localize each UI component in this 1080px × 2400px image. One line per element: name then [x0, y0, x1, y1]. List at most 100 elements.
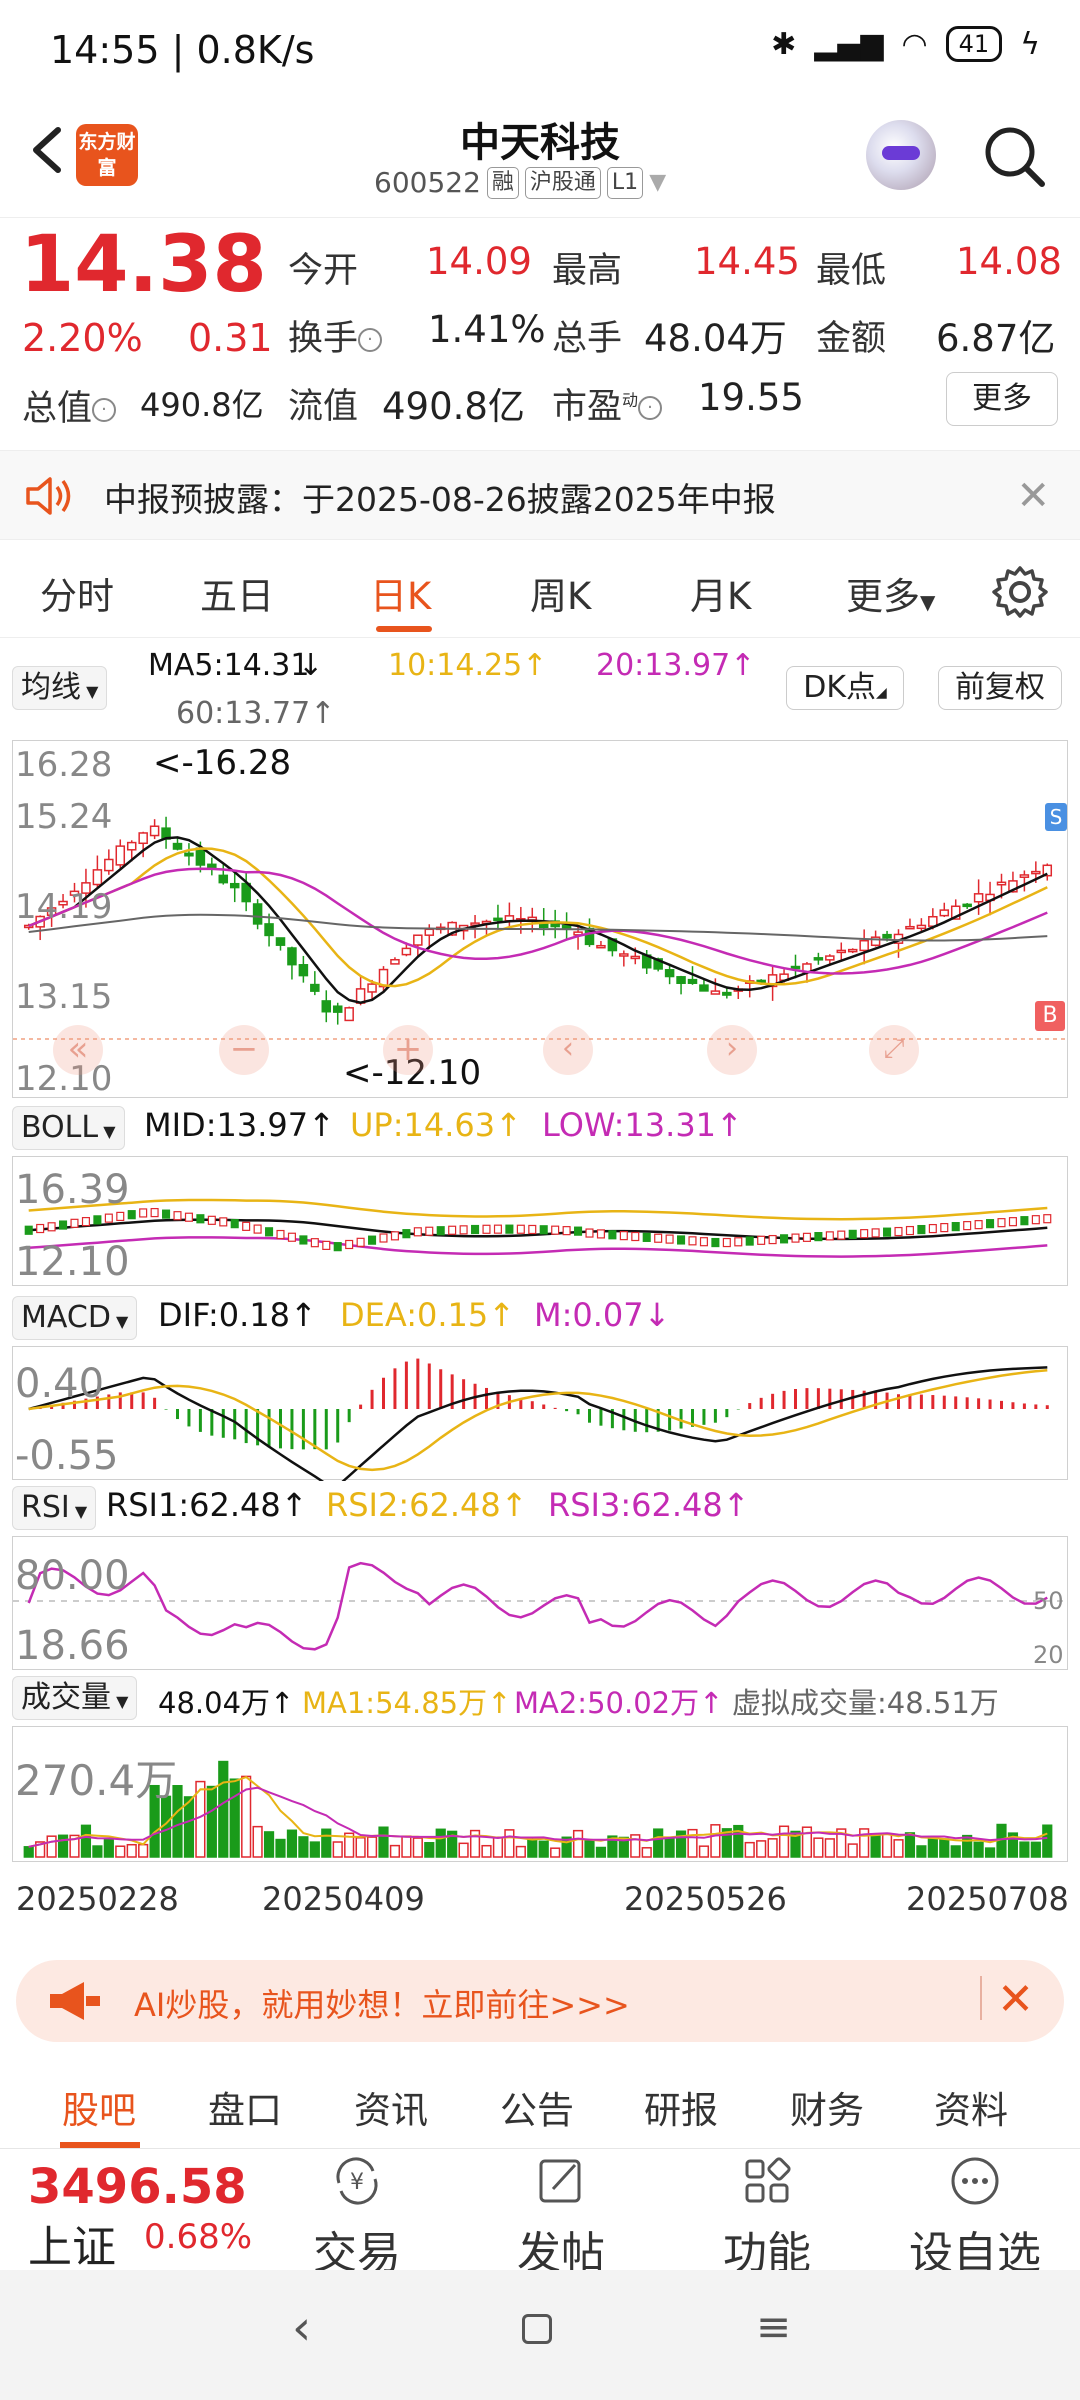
macd-dif-line	[28, 1366, 1048, 1481]
tag-connect: 沪股通	[524, 166, 601, 199]
candle	[184, 843, 194, 866]
macd-chart[interactable]: 0.40 -0.55	[12, 1346, 1068, 1481]
dk-point-button[interactable]: DK点◢	[786, 666, 904, 710]
zoom-in-icon[interactable]: +	[383, 1025, 433, 1075]
gear-icon[interactable]	[992, 564, 1048, 620]
macd-svg	[28, 1358, 1049, 1481]
ai-banner[interactable]: AI炒股，就用妙想！立即前往>>> ✕	[16, 1960, 1064, 2042]
tab-daily-k[interactable]: 日K	[370, 566, 431, 620]
tab-more[interactable]: 更多▼	[846, 566, 935, 620]
ma-select-label: 均线	[21, 670, 81, 705]
index-ticker[interactable]: 3496.58 上证 0.68%	[0, 2149, 270, 2273]
system-back-icon[interactable]: ‹	[292, 2300, 311, 2356]
system-menu-icon[interactable]: ≡	[756, 2302, 791, 2351]
adjust-button[interactable]: 前复权	[938, 666, 1062, 710]
candle	[744, 975, 755, 998]
volume-bar	[389, 1844, 401, 1858]
nav-post[interactable]: 发帖	[486, 2153, 636, 2281]
buy-marker[interactable]: B	[1035, 1001, 1065, 1031]
tab-monthly-k[interactable]: 月K	[690, 566, 751, 620]
tab-weekly-k[interactable]: 周K	[530, 566, 591, 620]
rsi-chart[interactable]: 80.00 18.66 50 20	[12, 1536, 1069, 1670]
zoom-out-icon[interactable]: −	[219, 1025, 269, 1075]
search-icon[interactable]	[980, 122, 1050, 192]
bottom-nav: 3496.58 上证 0.68% ¥ 交易 发帖 功能 设自选	[0, 2148, 1080, 2279]
boll-chart[interactable]: 16.39 12.10	[12, 1156, 1068, 1286]
turnover-label: 换手 ·	[288, 310, 383, 361]
next-icon[interactable]: ›	[707, 1025, 757, 1075]
tab-research[interactable]: 研报	[644, 2080, 718, 2134]
fullscreen-icon[interactable]: ⤢	[869, 1025, 919, 1075]
tab-five-day[interactable]: 五日	[200, 566, 274, 620]
close-icon[interactable]: ✕	[997, 1974, 1034, 2025]
open-value: 14.09	[426, 240, 532, 283]
more-quote-button[interactable]: 更多	[946, 372, 1058, 426]
boll-candle	[402, 1229, 411, 1239]
boll-candle	[47, 1222, 56, 1232]
quote-panel: 14.38 2.20% 0.31 今开 14.09 最高 14.45 最低 14…	[0, 220, 1080, 445]
tab-announcement[interactable]: 公告	[500, 2080, 574, 2134]
dk-label: DK点	[803, 670, 876, 705]
volume-bar	[962, 1834, 973, 1858]
candle	[332, 1002, 343, 1025]
scroll-left-icon[interactable]: «	[53, 1025, 103, 1075]
boll-select[interactable]: BOLL ▼	[12, 1106, 125, 1150]
rsi-select-label: RSI	[21, 1490, 70, 1525]
notice-bar[interactable]: 中报预披露：于2025-08-26披露2025年中报 ✕	[0, 450, 1080, 540]
ma-select[interactable]: 均线 ▼	[12, 666, 108, 710]
low-label: 最低	[816, 251, 887, 291]
volume-select[interactable]: 成交量 ▼	[12, 1676, 138, 1720]
nav-functions[interactable]: 功能	[692, 2153, 842, 2281]
ma5-value: MA5:14.31	[148, 648, 310, 683]
status-bar: 14:55 | 0.8K/s ✱ ▂▄▆ ◠ 41 ϟ	[0, 0, 1080, 100]
nav-trade[interactable]: ¥ 交易	[282, 2153, 432, 2281]
volume-bar	[458, 1842, 469, 1858]
kline-chart[interactable]: 16.28 15.24 14.19 13.15 12.10 <-16.28 <-…	[12, 740, 1069, 1099]
y-label-4: 13.15	[15, 977, 113, 1017]
volume-bar	[939, 1838, 950, 1858]
boll-candle	[963, 1221, 972, 1231]
ai-assistant-avatar[interactable]	[866, 120, 936, 190]
nav-watchlist[interactable]: 设自选	[900, 2153, 1050, 2281]
volume-bar	[366, 1836, 378, 1858]
volume-bar	[744, 1841, 755, 1858]
macd-select[interactable]: MACD ▼	[12, 1296, 138, 1340]
info-icon[interactable]: ·	[358, 328, 383, 352]
tab-profile[interactable]: 资料	[934, 2080, 1008, 2134]
divider	[980, 1976, 982, 2020]
tab-pankou[interactable]: 盘口	[208, 2080, 282, 2134]
volume-label: 总手	[552, 319, 623, 359]
total-mv-label: 总值 ·	[22, 380, 117, 431]
macd-y-top: 0.40	[15, 1361, 105, 1407]
pe-label: 市盈动 ·	[552, 378, 663, 429]
close-icon[interactable]: ✕	[1016, 473, 1050, 519]
system-home-icon[interactable]	[522, 2314, 552, 2344]
tab-finance[interactable]: 财务	[790, 2080, 864, 2134]
sell-marker[interactable]: S	[1045, 803, 1067, 831]
rsi-y-top: 80.00	[15, 1553, 130, 1599]
boll-low: LOW:13.31↑	[542, 1106, 743, 1144]
candle	[939, 902, 950, 918]
volume-bar	[46, 1835, 57, 1858]
turnover-value: 1.41%	[428, 308, 546, 351]
candle	[275, 937, 286, 951]
bluetooth-icon: ✱	[771, 26, 797, 62]
boll-candle	[528, 1224, 537, 1235]
svg-text:¥: ¥	[350, 2170, 364, 2195]
volume-chart[interactable]: 270.4万	[12, 1726, 1068, 1862]
system-nav-bar: ‹ ≡	[0, 2270, 1080, 2400]
macd-m-text: M:0.07	[534, 1296, 644, 1334]
tab-guba[interactable]: 股吧	[62, 2080, 136, 2134]
rsi-select[interactable]: RSI ▼	[12, 1486, 97, 1530]
info-icon[interactable]: ·	[638, 396, 663, 420]
volume-bar	[595, 1846, 607, 1858]
info-icon[interactable]: ·	[92, 398, 117, 422]
boll-candle	[196, 1214, 205, 1224]
change-amount: 0.31	[188, 316, 273, 360]
candle	[493, 904, 503, 931]
prev-icon[interactable]: ‹	[543, 1025, 593, 1075]
tab-news[interactable]: 资讯	[354, 2080, 428, 2134]
volume-bar	[584, 1839, 595, 1858]
tab-intraday[interactable]: 分时	[40, 566, 114, 620]
dropdown-arrow-icon[interactable]: ▼	[649, 170, 666, 195]
